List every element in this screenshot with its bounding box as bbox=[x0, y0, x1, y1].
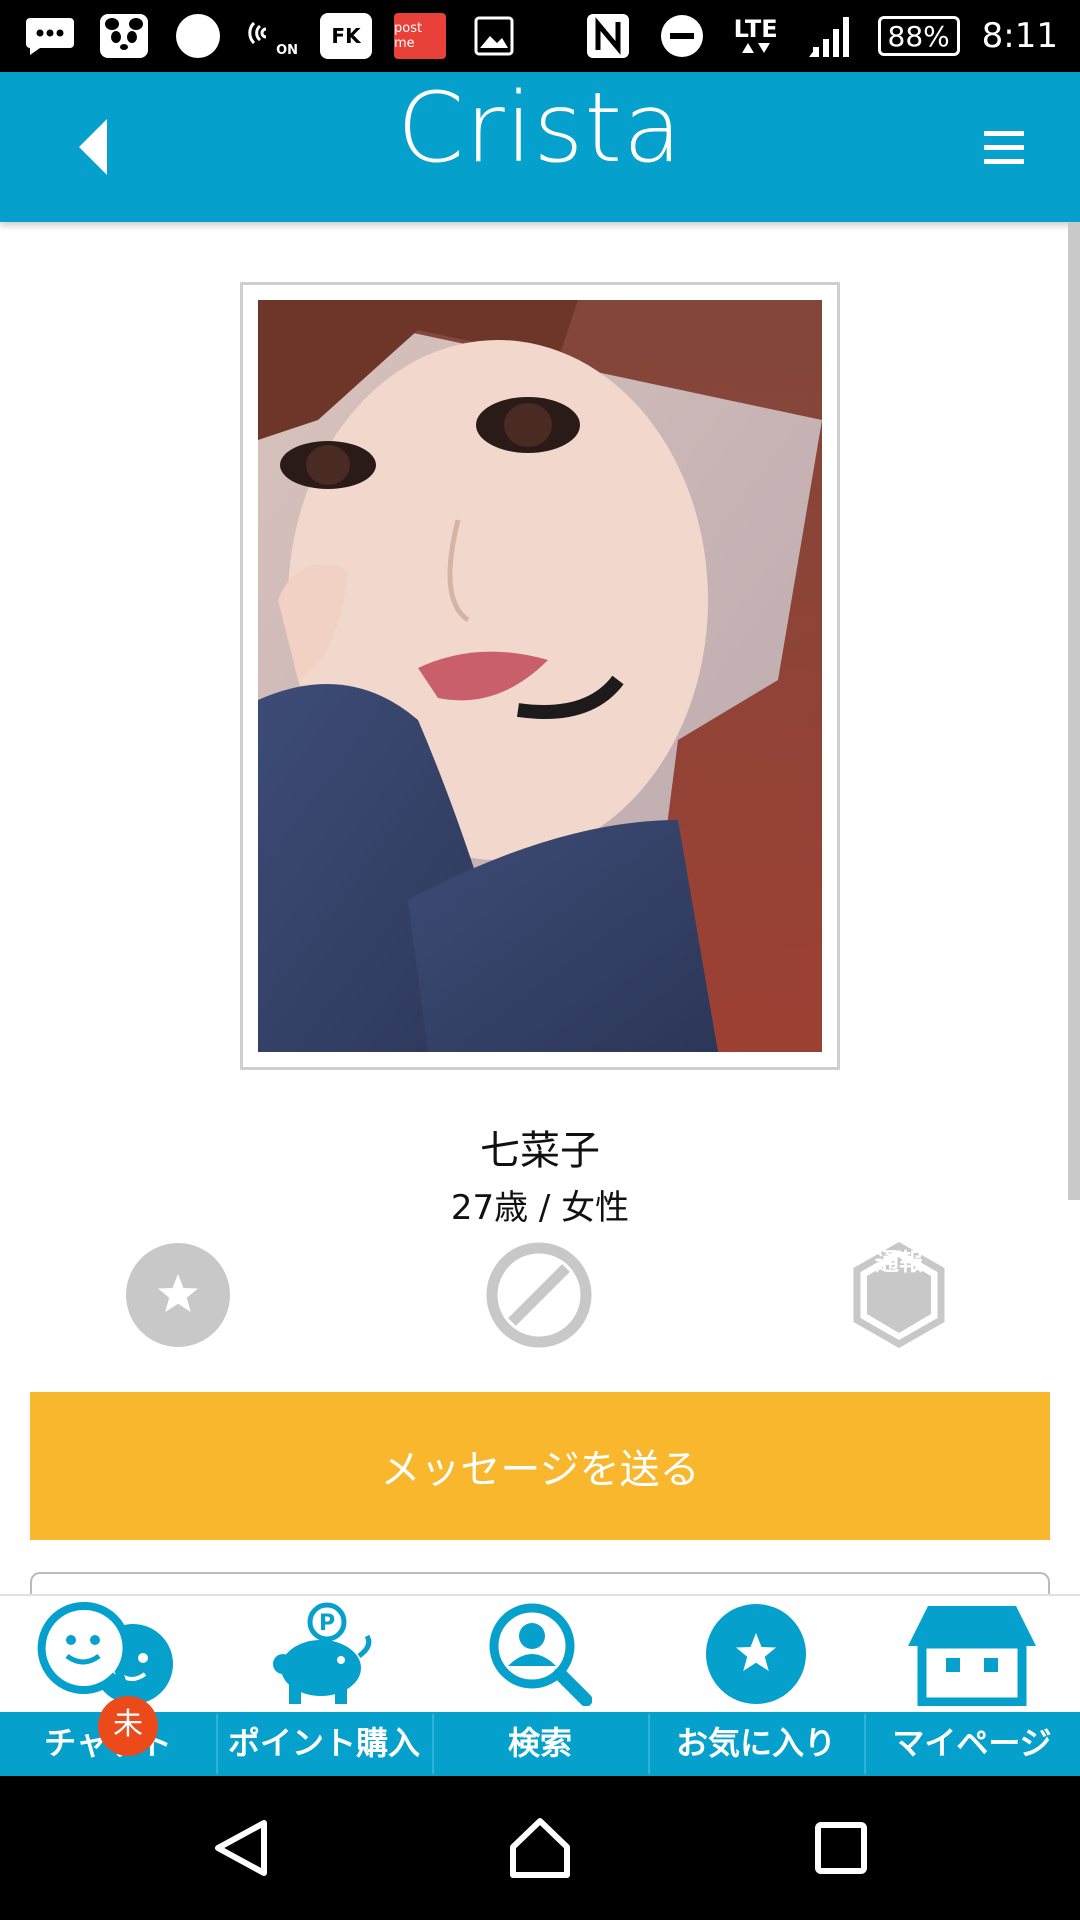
tab-label: ポイント購入 bbox=[227, 1724, 420, 1762]
tab-label: お気に入り bbox=[675, 1724, 836, 1762]
send-message-button[interactable]: メッセージを送る bbox=[30, 1392, 1050, 1540]
fk-app-icon: FK bbox=[320, 13, 372, 59]
profile-name: 七菜子 bbox=[480, 1128, 600, 1174]
panda-app-icon bbox=[98, 12, 150, 60]
block-button[interactable] bbox=[486, 1242, 592, 1348]
postme-app-icon: post me bbox=[394, 13, 446, 59]
menu-button[interactable] bbox=[976, 120, 1032, 176]
unread-badge: 未 bbox=[98, 1696, 158, 1756]
hamburger-menu-icon bbox=[984, 131, 1024, 164]
nfc-on-icon: ON bbox=[246, 12, 298, 60]
do-not-disturb-icon bbox=[656, 12, 708, 60]
nfc-icon bbox=[582, 12, 634, 60]
house-icon bbox=[864, 1602, 1080, 1706]
messages-icon bbox=[24, 12, 76, 60]
clock: 8:11 bbox=[981, 16, 1058, 56]
piggy-bank-icon: P bbox=[216, 1602, 432, 1706]
back-arrow-icon bbox=[79, 119, 107, 175]
svg-text:P: P bbox=[319, 1611, 335, 1636]
back-button[interactable] bbox=[60, 112, 130, 182]
chat-icon bbox=[0, 1602, 216, 1706]
nav-home-button[interactable] bbox=[495, 1806, 585, 1890]
tab-points[interactable]: P ポイント購入 bbox=[216, 1596, 432, 1778]
star-icon bbox=[648, 1602, 864, 1706]
app-header: Crista bbox=[0, 72, 1080, 222]
profile-age-gender: 27歳 / 女性 bbox=[450, 1188, 630, 1228]
nav-back-button[interactable] bbox=[196, 1806, 286, 1890]
tab-favorites[interactable]: お気に入り bbox=[648, 1596, 864, 1778]
circle-app-icon bbox=[172, 12, 224, 60]
system-nav-bar bbox=[0, 1776, 1080, 1920]
tab-label: 検索 bbox=[507, 1724, 572, 1762]
star-icon bbox=[126, 1243, 230, 1347]
tab-chat[interactable]: チャット 未 bbox=[0, 1596, 216, 1778]
battery-indicator: 88% bbox=[877, 16, 960, 56]
report-label: 通報 bbox=[875, 1248, 923, 1276]
profile-photo-frame bbox=[240, 282, 840, 1070]
report-button[interactable]: 通報 bbox=[846, 1242, 952, 1348]
nav-recents-button[interactable] bbox=[796, 1806, 886, 1890]
scrollbar[interactable] bbox=[1068, 222, 1080, 1200]
recents-icon bbox=[815, 1822, 867, 1874]
block-icon bbox=[486, 1242, 592, 1348]
bottom-tab-bar: チャット 未 P ポイント購入 bbox=[0, 1594, 1080, 1778]
tab-mypage[interactable]: マイページ bbox=[864, 1596, 1080, 1778]
lte-label: LTE bbox=[733, 15, 778, 43]
profile-photo[interactable] bbox=[258, 300, 822, 1052]
gallery-icon bbox=[468, 12, 520, 60]
tab-label: マイページ bbox=[892, 1724, 1052, 1762]
favorite-button[interactable] bbox=[125, 1242, 231, 1348]
system-status-icons: LTE 88% 8:11 bbox=[582, 10, 1058, 62]
lte-icon: LTE bbox=[730, 12, 782, 60]
nfc-on-label: ON bbox=[276, 43, 298, 58]
back-triangle-icon bbox=[215, 1820, 267, 1876]
search-user-icon bbox=[432, 1602, 648, 1706]
signal-icon bbox=[804, 12, 856, 60]
tab-search[interactable]: 検索 bbox=[432, 1596, 648, 1778]
app-screen: ON FK post me LTE 88% 8:11 Crista 七菜子 27… bbox=[0, 0, 1080, 1920]
app-title: Crista bbox=[397, 72, 683, 184]
status-bar: ON FK post me LTE 88% 8:11 bbox=[0, 0, 1080, 72]
notification-icons: ON FK post me bbox=[24, 10, 520, 62]
home-icon bbox=[510, 1818, 570, 1878]
